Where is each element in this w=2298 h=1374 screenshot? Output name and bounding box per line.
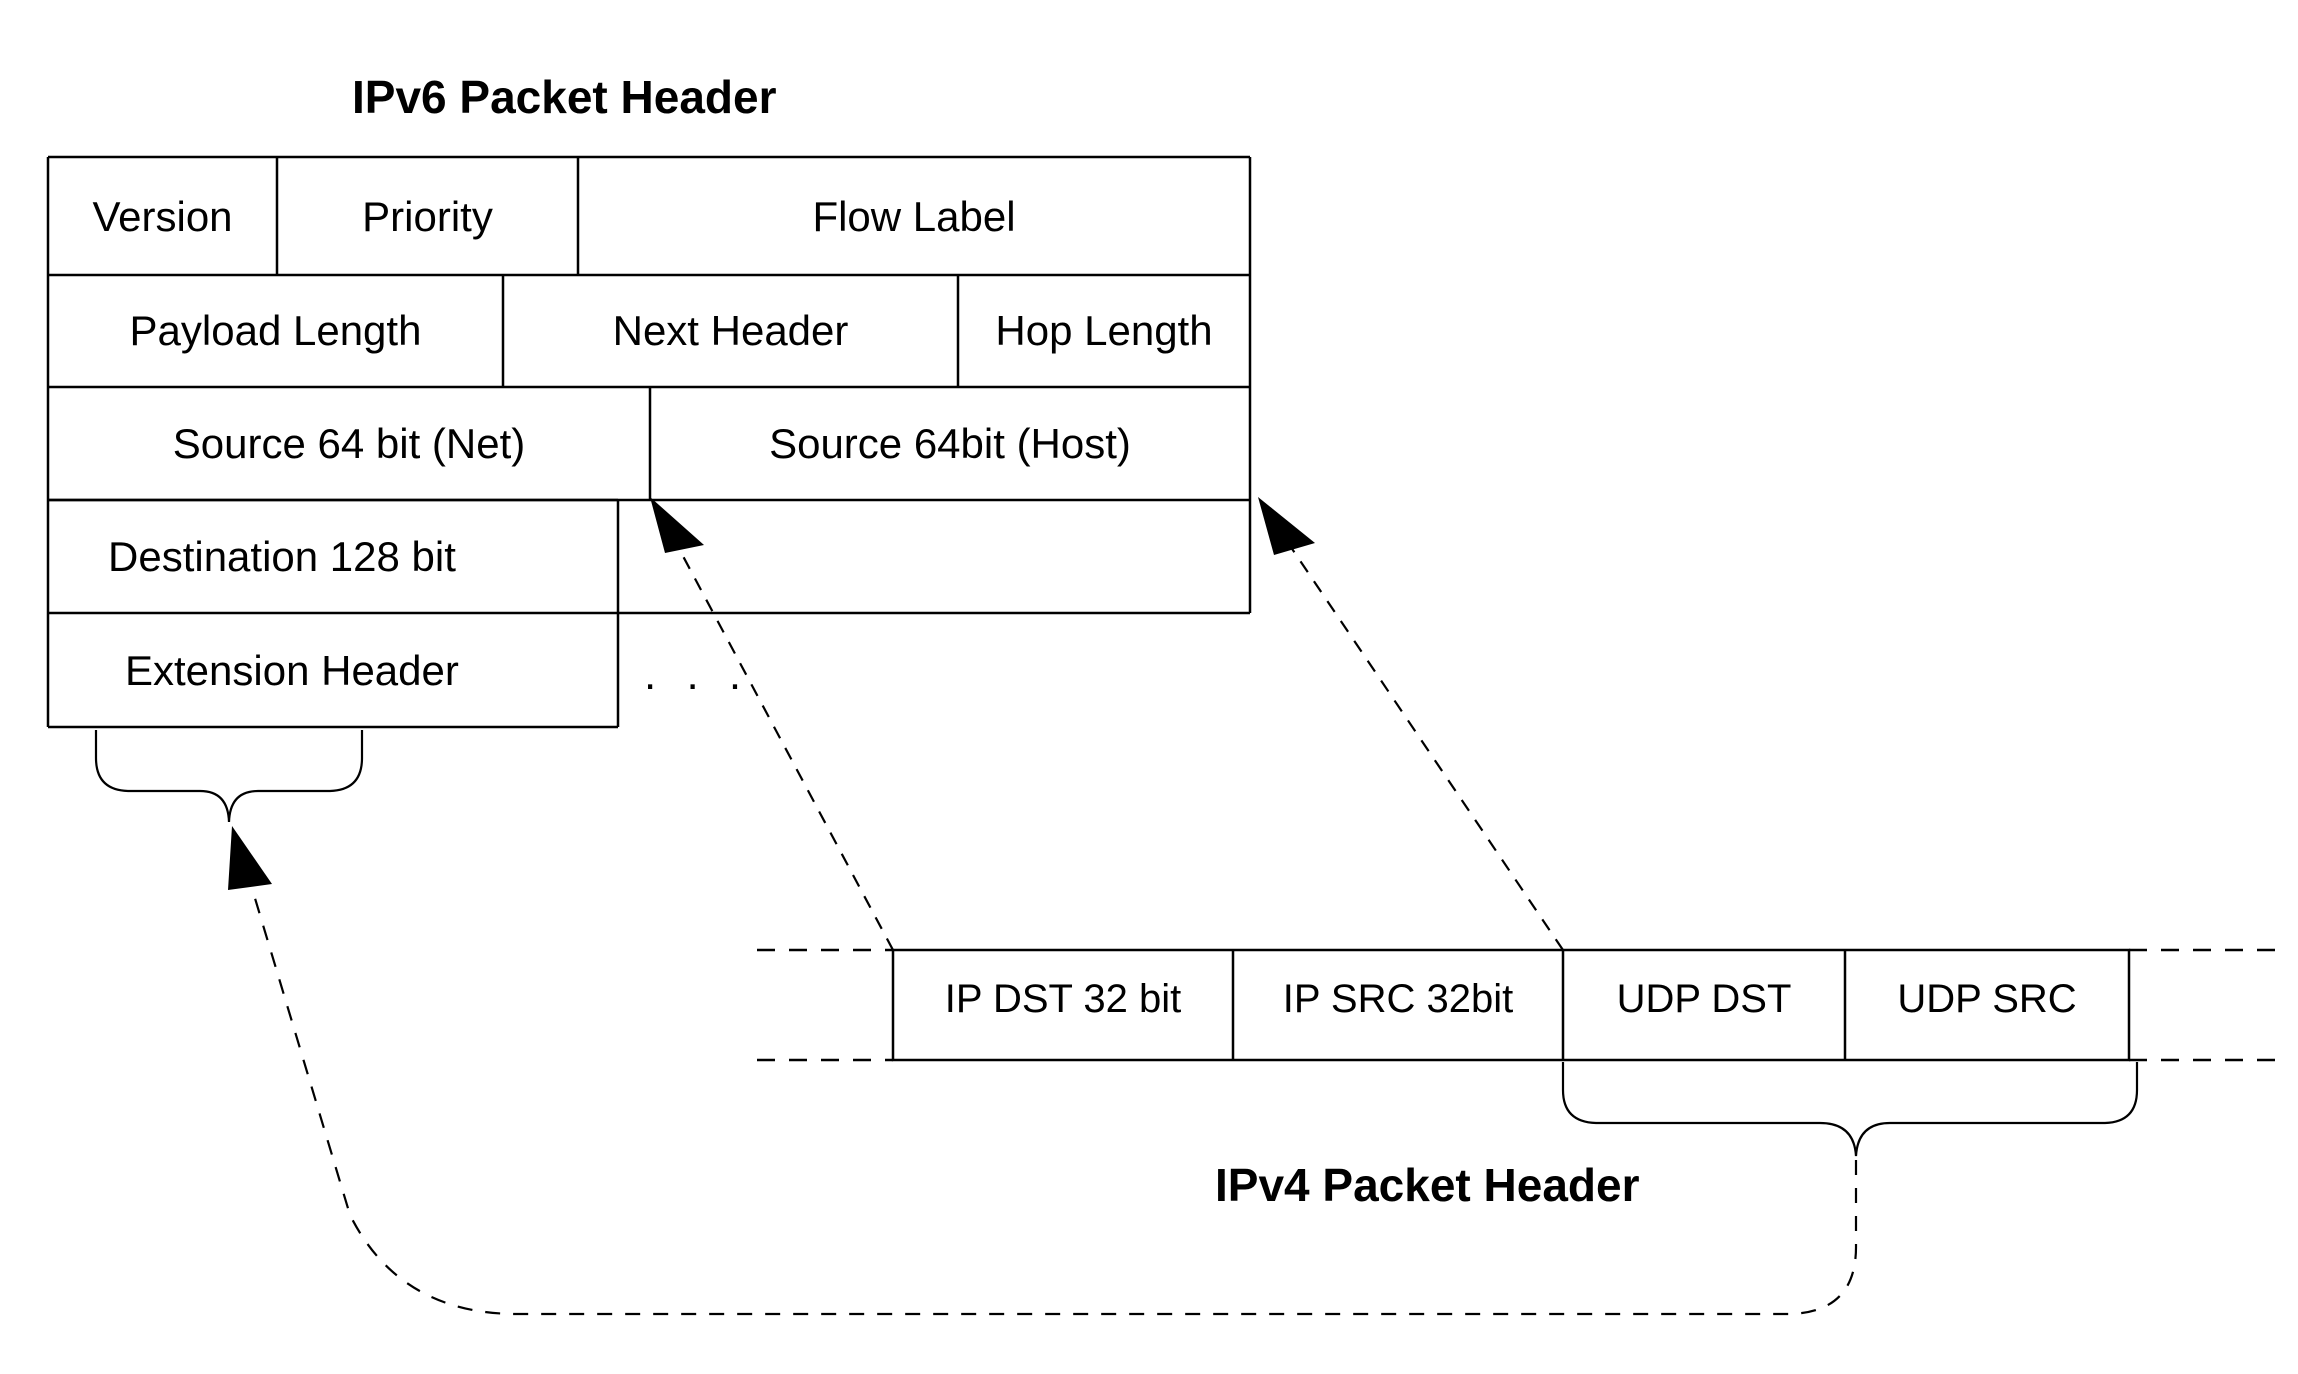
arrowhead-ipv6-right-edge <box>1258 497 1315 555</box>
ipv6-cell-destination: Destination 128 bit <box>108 533 456 580</box>
ipv6-cell-source-net: Source 64 bit (Net) <box>172 420 526 467</box>
ipv6-cell-source-host: Source 64bit (Host) <box>769 420 1131 467</box>
ipv6-cell-next-header: Next Header <box>612 307 849 354</box>
ipv4-title: IPv4 Packet Header <box>1215 1159 1640 1211</box>
diagram-canvas: IPv6 Packet Header Version Priority Flow… <box>0 0 2298 1374</box>
ipv6-cell-payload-length: Payload Length <box>129 307 422 354</box>
ipv4-cell-ip-src: IP SRC 32bit <box>1282 977 1514 1021</box>
ipv6-cell-extension-header: Extension Header <box>125 647 459 694</box>
ipv4-cell-udp-src: UDP SRC <box>1897 977 2077 1021</box>
ipv4-cell-ip-dst: IP DST 32 bit <box>944 977 1182 1021</box>
arrowhead-source-host <box>650 497 704 553</box>
ipv6-cell-flow-label: Flow Label <box>812 193 1016 240</box>
ipv6-extension-brace <box>94 730 364 823</box>
connector-ipv4-payload-to-extension-header <box>246 874 1858 1316</box>
connector-udp-to-ipv6-right-edge <box>1277 527 1564 951</box>
connector-ipdst-to-source-host <box>667 527 894 951</box>
ipv6-cell-version: Version <box>92 193 233 240</box>
arrowhead-extension-header <box>228 826 272 890</box>
ipv4-cell-udp-dst: UDP DST <box>1616 977 1792 1021</box>
ipv4-header-brace <box>1561 1062 2139 1157</box>
ipv6-title: IPv6 Packet Header <box>352 71 777 123</box>
ipv6-cell-hop-length: Hop Length <box>995 307 1213 354</box>
ipv6-cell-priority: Priority <box>362 193 493 240</box>
ipv6-continuation-ellipsis: . . . <box>644 650 751 699</box>
